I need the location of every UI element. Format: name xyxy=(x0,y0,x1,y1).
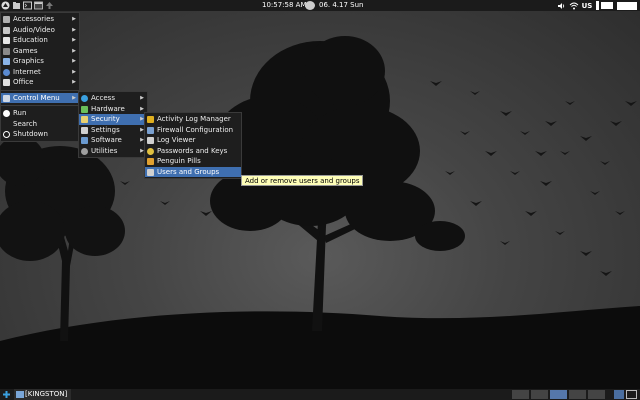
menu-item-software[interactable]: Software ▶ xyxy=(79,135,147,146)
chevron-right-icon: ▶ xyxy=(140,95,144,101)
tree-silhouette-graphic xyxy=(0,36,640,389)
menu-item-log-viewer[interactable]: Log Viewer xyxy=(145,135,241,146)
security-icon xyxy=(81,116,88,123)
menu-item-graphics[interactable]: Graphics ▶ xyxy=(1,56,79,67)
users-icon xyxy=(147,168,154,176)
menu-item-hardware[interactable]: Hardware ▶ xyxy=(79,104,147,115)
control-menu-submenu: Access ▶ Hardware ▶ Security ▶ Settings ▶ So… xyxy=(78,91,148,158)
terminal-icon[interactable] xyxy=(22,0,33,11)
bottom-panel: [KINGSTON] xyxy=(0,389,640,400)
key-icon xyxy=(147,147,154,155)
menu-item-activity-log-manager[interactable]: Activity Log Manager xyxy=(145,114,241,125)
log-viewer-icon xyxy=(147,137,154,144)
tooltip: Add or remove users and groups xyxy=(241,175,364,186)
graphics-icon xyxy=(3,58,10,65)
menu-item-control-menu[interactable]: Control Menu ▶ xyxy=(1,92,79,103)
menu-logo-icon[interactable] xyxy=(0,0,11,11)
penguin-icon xyxy=(147,158,154,165)
settings-icon xyxy=(81,126,88,134)
internet-icon xyxy=(3,68,10,76)
show-desktop-icon[interactable] xyxy=(614,390,624,399)
office-icon xyxy=(3,79,10,86)
keyboard-layout[interactable]: US xyxy=(580,0,594,11)
search-icon xyxy=(3,121,10,128)
software-icon xyxy=(81,137,88,144)
menu-item-internet[interactable]: Internet ▶ xyxy=(1,67,79,78)
audio-video-icon xyxy=(3,26,10,34)
firewall-icon xyxy=(147,126,154,134)
menu-item-users-and-groups[interactable]: Users and Groups xyxy=(145,166,241,177)
shutdown-icon xyxy=(3,131,10,138)
update-icon[interactable] xyxy=(44,0,55,11)
chevron-right-icon: ▶ xyxy=(72,37,76,43)
menu-separator xyxy=(1,89,79,91)
workspace-3[interactable] xyxy=(550,390,567,399)
menu-item-firewall-configuration[interactable]: Firewall Configuration xyxy=(145,125,241,136)
folder-icon xyxy=(16,391,24,398)
menu-item-audio-video[interactable]: Audio/Video ▶ xyxy=(1,25,79,36)
workspace-5[interactable] xyxy=(588,390,605,399)
utilities-icon xyxy=(81,147,88,155)
calendar-icon[interactable] xyxy=(305,1,315,10)
menu-item-shutdown[interactable]: Shutdown xyxy=(1,129,79,140)
taskbar-item-kingston[interactable]: [KINGSTON] xyxy=(14,389,72,400)
menu-item-office[interactable]: Office ▶ xyxy=(1,77,79,88)
lock-icon xyxy=(147,116,154,123)
top-panel: 10:57:58 AM 06. 4.17 Sun US xyxy=(0,0,640,11)
menu-item-education[interactable]: Education ▶ xyxy=(1,35,79,46)
menu-item-penguin-pills[interactable]: Penguin Pills xyxy=(145,156,241,167)
menu-item-utilities[interactable]: Utilities ▶ xyxy=(79,146,147,157)
chevron-right-icon: ▶ xyxy=(72,16,76,22)
education-icon xyxy=(3,37,10,44)
system-monitor-icon[interactable] xyxy=(616,0,638,11)
chevron-right-icon: ▶ xyxy=(72,47,76,54)
accessories-icon xyxy=(3,16,10,23)
menu-separator xyxy=(1,105,79,106)
clock[interactable]: 10:57:58 AM xyxy=(262,0,307,11)
menu-item-settings[interactable]: Settings ▶ xyxy=(79,125,147,136)
add-icon[interactable] xyxy=(2,390,11,399)
file-manager-icon[interactable] xyxy=(11,0,22,11)
chevron-right-icon: ▶ xyxy=(72,26,76,33)
workspace-2[interactable] xyxy=(531,390,548,399)
menu-item-search[interactable]: Search xyxy=(1,119,79,130)
menu-item-games[interactable]: Games ▶ xyxy=(1,46,79,57)
menu-item-run[interactable]: Run xyxy=(1,108,79,119)
menu-item-accessories[interactable]: Accessories ▶ xyxy=(1,14,79,25)
games-icon xyxy=(3,47,10,55)
window-list-icon[interactable] xyxy=(626,390,637,399)
hardware-icon xyxy=(81,105,88,113)
run-icon xyxy=(3,110,10,117)
access-icon xyxy=(81,95,88,102)
workspace-indicator-2[interactable] xyxy=(600,0,614,11)
main-menu: Accessories ▶ Audio/Video ▶ Education ▶ Gam… xyxy=(0,12,80,142)
chevron-right-icon: ▶ xyxy=(72,68,76,75)
chevron-right-icon: ▶ xyxy=(72,94,76,101)
chevron-right-icon: ▶ xyxy=(72,58,76,64)
menu-item-passwords-and-keys[interactable]: Passwords and Keys xyxy=(145,146,241,157)
desktop-wallpaper xyxy=(0,11,640,389)
network-icon[interactable] xyxy=(567,0,580,11)
menu-item-access[interactable]: Access ▶ xyxy=(79,93,147,104)
control-menu-icon xyxy=(3,94,10,102)
browser-icon[interactable] xyxy=(33,0,44,11)
date[interactable]: 06. 4.17 Sun xyxy=(319,0,364,11)
security-submenu: Activity Log Manager Firewall Configurat… xyxy=(144,112,242,179)
workspace-1[interactable] xyxy=(512,390,529,399)
workspace-4[interactable] xyxy=(569,390,586,399)
menu-item-security[interactable]: Security ▶ xyxy=(79,114,147,125)
volume-icon[interactable] xyxy=(555,0,567,11)
chevron-right-icon: ▶ xyxy=(72,79,76,85)
